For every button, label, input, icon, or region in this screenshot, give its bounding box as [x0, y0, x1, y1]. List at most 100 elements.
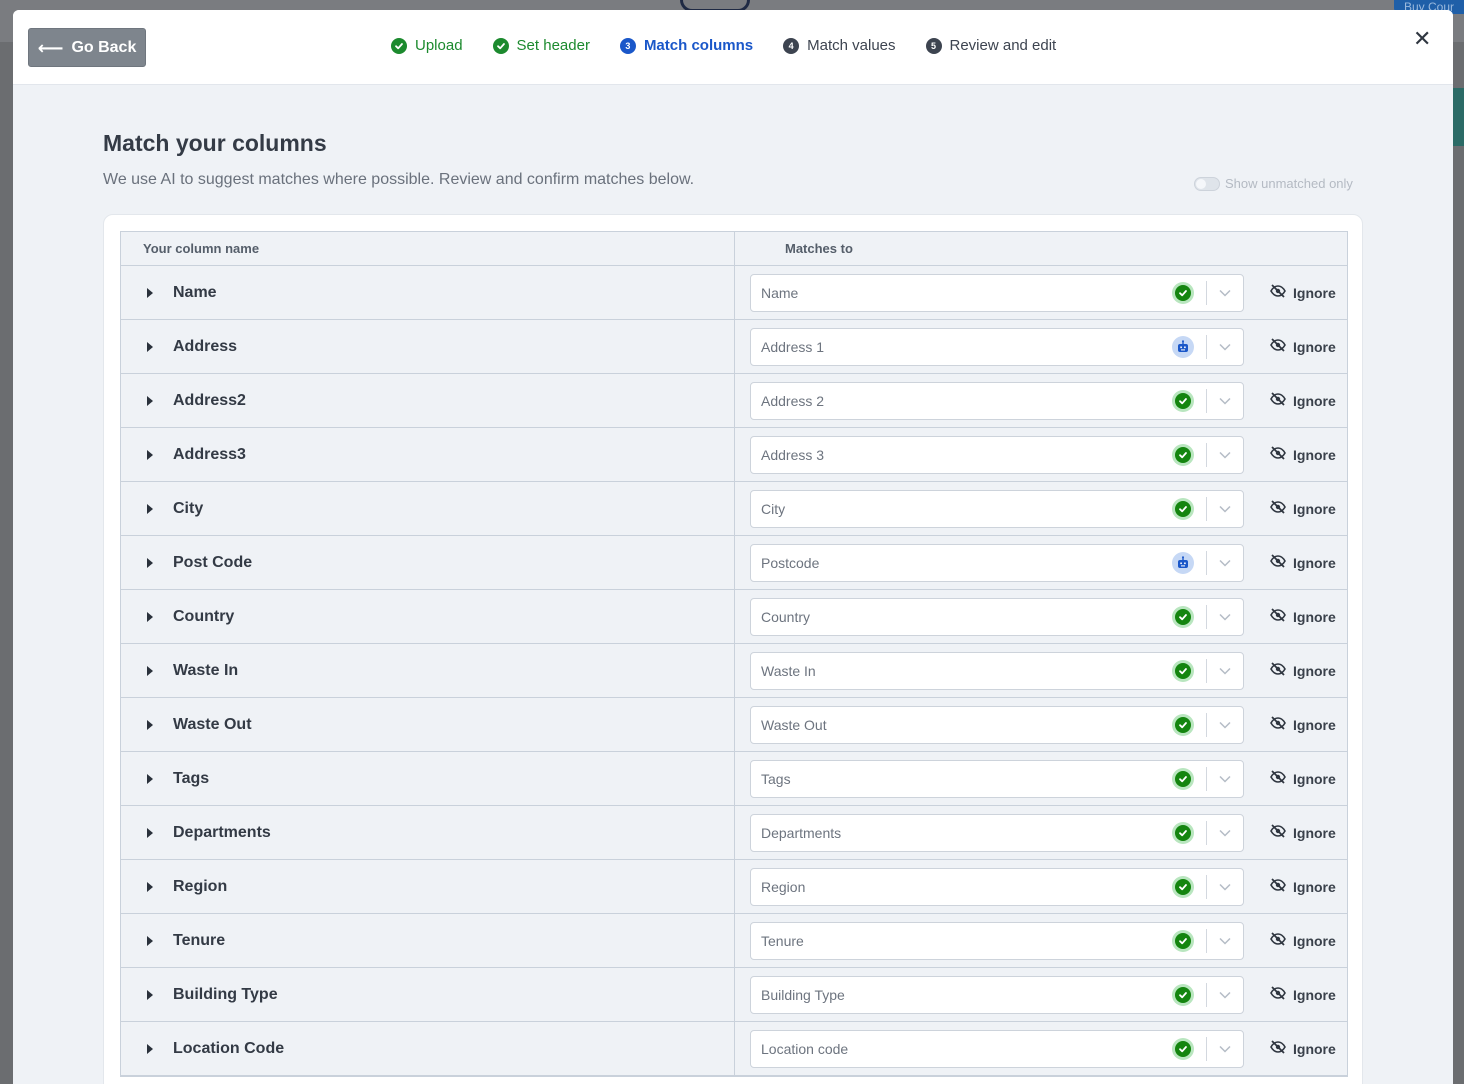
- chevron-down-icon[interactable]: [1207, 343, 1243, 351]
- table-row: Address Address 1 Ignore: [121, 320, 1347, 374]
- close-icon[interactable]: ✕: [1413, 28, 1431, 50]
- ignore-button[interactable]: Ignore: [1270, 392, 1336, 409]
- match-select[interactable]: Waste Out: [750, 705, 1244, 744]
- step-set-header[interactable]: Set header: [492, 37, 590, 54]
- match-select[interactable]: Address 1: [750, 327, 1244, 366]
- caret-right-icon[interactable]: [147, 503, 153, 514]
- ignore-button[interactable]: Ignore: [1270, 932, 1336, 949]
- ignore-button[interactable]: Ignore: [1270, 770, 1336, 787]
- ignore-button[interactable]: Ignore: [1270, 824, 1336, 841]
- caret-right-icon[interactable]: [147, 665, 153, 676]
- ignore-button[interactable]: Ignore: [1270, 716, 1336, 733]
- caret-right-icon[interactable]: [147, 287, 153, 298]
- column-name: Waste Out: [173, 715, 252, 733]
- match-select[interactable]: Region: [750, 867, 1244, 906]
- caret-right-icon[interactable]: [147, 395, 153, 406]
- column-name-cell[interactable]: Waste In: [121, 644, 735, 697]
- column-name-cell[interactable]: Address2: [121, 374, 735, 427]
- match-select[interactable]: Building Type: [750, 975, 1244, 1014]
- match-cell: Building Type Ignore: [735, 968, 1347, 1021]
- match-select[interactable]: Tenure: [750, 921, 1244, 960]
- step-match-columns[interactable]: 3 Match columns: [619, 37, 753, 54]
- chevron-down-icon[interactable]: [1207, 397, 1243, 405]
- caret-right-icon[interactable]: [147, 341, 153, 352]
- match-select[interactable]: Tags: [750, 759, 1244, 798]
- column-name-cell[interactable]: Post Code: [121, 536, 735, 589]
- caret-right-icon[interactable]: [147, 881, 153, 892]
- chevron-down-icon[interactable]: [1207, 883, 1243, 891]
- ignore-button[interactable]: Ignore: [1270, 878, 1336, 895]
- chevron-down-icon[interactable]: [1207, 667, 1243, 675]
- match-select[interactable]: Address 2: [750, 381, 1244, 420]
- caret-right-icon[interactable]: [147, 989, 153, 1000]
- chevron-down-icon[interactable]: [1207, 505, 1243, 513]
- caret-right-icon[interactable]: [147, 773, 153, 784]
- column-name-cell[interactable]: Location Code: [121, 1022, 735, 1075]
- match-value: Country: [761, 608, 811, 625]
- match-select[interactable]: Address 3: [750, 435, 1244, 474]
- column-name-cell[interactable]: City: [121, 482, 735, 535]
- column-name-cell[interactable]: Waste Out: [121, 698, 735, 751]
- match-value: Waste Out: [761, 716, 827, 733]
- caret-right-icon[interactable]: [147, 935, 153, 946]
- match-select[interactable]: Country: [750, 597, 1244, 636]
- table-row: Waste In Waste In Ignore: [121, 644, 1347, 698]
- table-row: Location Code Location code Ignore: [121, 1022, 1347, 1076]
- step-match-values[interactable]: 4 Match values: [783, 37, 896, 54]
- chevron-down-icon[interactable]: [1207, 1045, 1243, 1053]
- ignore-label: Ignore: [1293, 392, 1336, 409]
- column-name-cell[interactable]: Country: [121, 590, 735, 643]
- step-review-and-edit[interactable]: 5 Review and edit: [925, 37, 1056, 54]
- column-name-cell[interactable]: Tags: [121, 752, 735, 805]
- column-name-cell[interactable]: Region: [121, 860, 735, 913]
- ignore-button[interactable]: Ignore: [1270, 662, 1336, 679]
- column-name-cell[interactable]: Name: [121, 266, 735, 319]
- ignore-button[interactable]: Ignore: [1270, 446, 1336, 463]
- match-select[interactable]: Name: [750, 273, 1244, 312]
- chevron-down-icon[interactable]: [1207, 991, 1243, 999]
- match-select[interactable]: Location code: [750, 1029, 1244, 1068]
- chevron-down-icon[interactable]: [1207, 775, 1243, 783]
- column-name-cell[interactable]: Address3: [121, 428, 735, 481]
- chevron-down-icon[interactable]: [1207, 451, 1243, 459]
- chevron-down-icon[interactable]: [1207, 937, 1243, 945]
- match-cell: Tenure Ignore: [735, 914, 1347, 967]
- caret-right-icon[interactable]: [147, 719, 153, 730]
- go-back-button[interactable]: ⟵ Go Back: [28, 28, 146, 67]
- ignore-button[interactable]: Ignore: [1270, 1040, 1336, 1057]
- match-select[interactable]: Postcode: [750, 543, 1244, 582]
- show-unmatched-toggle[interactable]: Show unmatched only: [1194, 176, 1353, 191]
- caret-right-icon[interactable]: [147, 827, 153, 838]
- toggle-switch[interactable]: [1194, 176, 1220, 191]
- match-cell: Departments Ignore: [735, 806, 1347, 859]
- caret-right-icon[interactable]: [147, 557, 153, 568]
- stepper: Upload Set header 3 Match columns 4 Match val…: [391, 37, 1056, 54]
- ignore-button[interactable]: Ignore: [1270, 338, 1336, 355]
- table-row: Name Name Ignore: [121, 266, 1347, 320]
- chevron-down-icon[interactable]: [1207, 289, 1243, 297]
- column-name-cell[interactable]: Departments: [121, 806, 735, 859]
- chevron-down-icon[interactable]: [1207, 559, 1243, 567]
- match-select[interactable]: City: [750, 489, 1244, 528]
- column-name-cell[interactable]: Address: [121, 320, 735, 373]
- caret-right-icon[interactable]: [147, 1043, 153, 1054]
- ignore-button[interactable]: Ignore: [1270, 554, 1336, 571]
- chevron-down-icon[interactable]: [1207, 613, 1243, 621]
- chevron-down-icon[interactable]: [1207, 829, 1243, 837]
- column-name-cell[interactable]: Building Type: [121, 968, 735, 1021]
- step-upload[interactable]: Upload: [391, 37, 463, 54]
- column-name: Address3: [173, 445, 246, 463]
- match-select[interactable]: Waste In: [750, 651, 1244, 690]
- ignore-button[interactable]: Ignore: [1270, 986, 1336, 1003]
- caret-right-icon[interactable]: [147, 449, 153, 460]
- table-row: Address3 Address 3 Ignore: [121, 428, 1347, 482]
- chevron-down-icon[interactable]: [1207, 721, 1243, 729]
- eye-off-icon: [1270, 1040, 1286, 1057]
- match-select[interactable]: Departments: [750, 813, 1244, 852]
- column-name-cell[interactable]: Tenure: [121, 914, 735, 967]
- ignore-button[interactable]: Ignore: [1270, 284, 1336, 301]
- ignore-button[interactable]: Ignore: [1270, 608, 1336, 625]
- caret-right-icon[interactable]: [147, 611, 153, 622]
- ignore-label: Ignore: [1293, 608, 1336, 625]
- ignore-button[interactable]: Ignore: [1270, 500, 1336, 517]
